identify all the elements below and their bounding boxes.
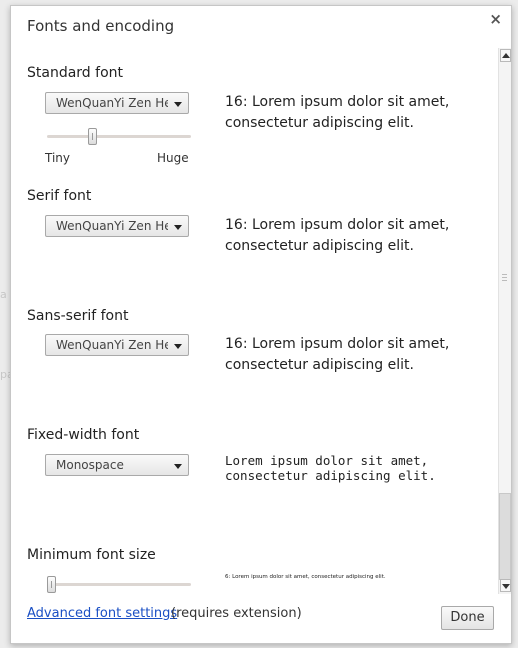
minimum-font-size-slider[interactable] — [47, 576, 191, 593]
done-button[interactable]: Done — [441, 606, 494, 630]
sans-serif-font-select[interactable]: WenQuanYi Zen Hei — [45, 334, 189, 356]
serif-font-select[interactable]: WenQuanYi Zen Hei — [45, 215, 189, 237]
advanced-font-settings-note: (requires extension) — [171, 606, 302, 621]
slider-min-label: Tiny — [45, 151, 71, 165]
chevron-down-icon — [174, 344, 182, 349]
arrow-down-icon — [502, 584, 510, 589]
slider-max-label: Huge — [157, 151, 189, 165]
serif-font-value: WenQuanYi Zen Hei — [56, 219, 168, 233]
scroll-up-button[interactable] — [500, 49, 511, 62]
scroll-grip — [502, 274, 507, 281]
standard-font-select[interactable]: WenQuanYi Zen Hei — [45, 92, 189, 114]
dialog-footer: Advanced font settings (requires extensi… — [11, 596, 511, 643]
standard-font-sample: 16: Lorem ipsum dolor sit amet, consecte… — [225, 94, 450, 131]
serif-font-sample: 16: Lorem ipsum dolor sit amet, consecte… — [225, 217, 450, 254]
fonts-dialog: Fonts and encoding × Standard font WenQu… — [10, 5, 512, 644]
dialog-title: Fonts and encoding — [27, 17, 175, 35]
minimum-font-size-title: Minimum font size — [27, 547, 156, 563]
fixed-width-font-title: Fixed-width font — [27, 427, 140, 443]
sans-serif-font-title: Sans-serif font — [27, 308, 129, 324]
serif-font-title: Serif font — [27, 188, 92, 204]
arrow-up-icon — [502, 53, 510, 58]
chevron-down-icon — [174, 225, 182, 230]
scrollbar-thumb[interactable] — [499, 493, 511, 580]
close-icon[interactable]: × — [489, 10, 502, 28]
standard-font-value: WenQuanYi Zen Hei — [56, 96, 168, 110]
font-size-slider[interactable] — [47, 128, 191, 145]
backdrop-fragment: a — [0, 288, 7, 301]
font-size-slider-thumb[interactable] — [88, 128, 97, 145]
fixed-width-font-select[interactable]: Monospace — [45, 454, 189, 476]
fixed-width-font-sample: Lorem ipsum dolor sit amet, consectetur … — [225, 453, 436, 483]
minimum-font-size-slider-thumb[interactable] — [47, 576, 56, 593]
sans-serif-font-sample: 16: Lorem ipsum dolor sit amet, consecte… — [225, 336, 450, 373]
chevron-down-icon — [174, 464, 182, 469]
dialog-content: Standard font WenQuanYi Zen Hei 16: Lore… — [11, 47, 495, 596]
advanced-font-settings-link[interactable]: Advanced font settings — [27, 606, 177, 621]
content-scrollbar[interactable] — [498, 48, 511, 594]
fixed-width-font-value: Monospace — [56, 458, 124, 472]
standard-font-title: Standard font — [27, 65, 123, 81]
chevron-down-icon — [174, 102, 182, 107]
minimum-font-sample: 6: Lorem ipsum dolor sit amet, consectet… — [225, 574, 386, 580]
sans-serif-font-value: WenQuanYi Zen Hei — [56, 338, 168, 352]
scroll-down-button[interactable] — [500, 579, 511, 592]
